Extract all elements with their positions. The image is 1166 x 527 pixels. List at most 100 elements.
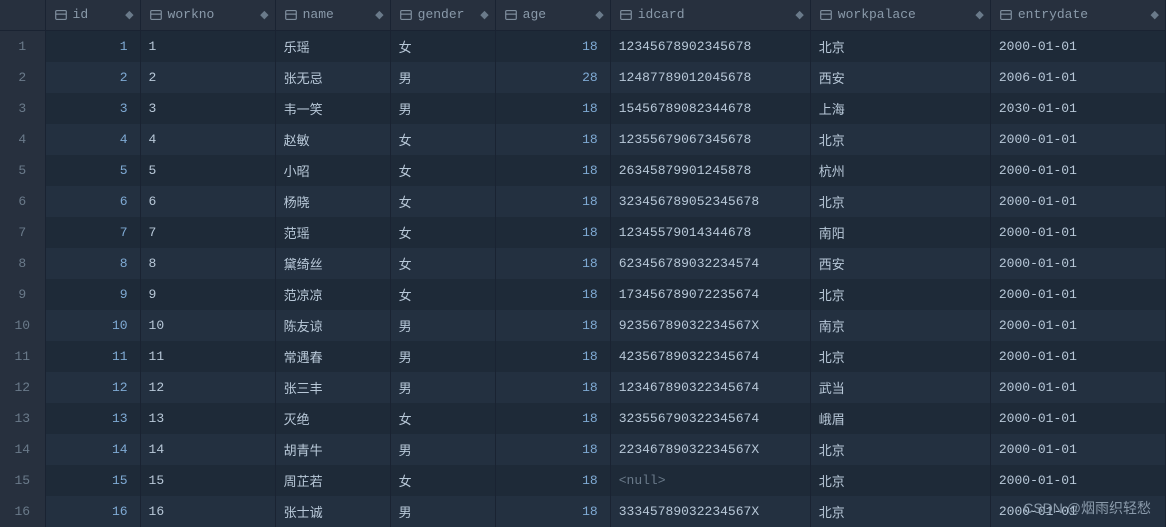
cell-workno[interactable]: 2 bbox=[140, 62, 275, 93]
table-row[interactable]: 131313灭绝女18323556790322345674峨眉2000-01-0… bbox=[0, 403, 1166, 434]
cell-name[interactable]: 张三丰 bbox=[275, 372, 390, 403]
cell-idcard[interactable]: 12345579014344678 bbox=[610, 217, 810, 248]
row-number[interactable]: 10 bbox=[0, 310, 45, 341]
table-row[interactable]: 444赵敏女1812355679067345678北京2000-01-01 bbox=[0, 124, 1166, 155]
cell-idcard[interactable]: 623456789032234574 bbox=[610, 248, 810, 279]
cell-id[interactable]: 16 bbox=[45, 496, 140, 527]
cell-workno[interactable]: 13 bbox=[140, 403, 275, 434]
cell-workno[interactable]: 8 bbox=[140, 248, 275, 279]
sort-icon[interactable]: ◆ bbox=[480, 8, 486, 22]
cell-age[interactable]: 18 bbox=[495, 496, 610, 527]
cell-age[interactable]: 18 bbox=[495, 124, 610, 155]
column-header-id[interactable]: id ◆ bbox=[45, 0, 140, 30]
cell-id[interactable]: 6 bbox=[45, 186, 140, 217]
cell-idcard[interactable]: 12487789012045678 bbox=[610, 62, 810, 93]
cell-gender[interactable]: 男 bbox=[390, 372, 495, 403]
cell-workno[interactable]: 11 bbox=[140, 341, 275, 372]
cell-gender[interactable]: 男 bbox=[390, 310, 495, 341]
cell-entrydate[interactable]: 2000-01-01 bbox=[990, 30, 1165, 62]
cell-workpalace[interactable]: 北京 bbox=[810, 496, 990, 527]
cell-gender[interactable]: 女 bbox=[390, 30, 495, 62]
cell-workno[interactable]: 10 bbox=[140, 310, 275, 341]
cell-age[interactable]: 18 bbox=[495, 434, 610, 465]
cell-gender[interactable]: 女 bbox=[390, 186, 495, 217]
cell-entrydate[interactable]: 2000-01-01 bbox=[990, 186, 1165, 217]
table-row[interactable]: 111111常遇春男18423567890322345674北京2000-01-… bbox=[0, 341, 1166, 372]
cell-gender[interactable]: 男 bbox=[390, 341, 495, 372]
cell-entrydate[interactable]: 2006-01-01 bbox=[990, 62, 1165, 93]
cell-idcard[interactable]: 26345879901245878 bbox=[610, 155, 810, 186]
table-row[interactable]: 151515周芷若女18<null>北京2000-01-01 bbox=[0, 465, 1166, 496]
cell-age[interactable]: 18 bbox=[495, 93, 610, 124]
row-number[interactable]: 6 bbox=[0, 186, 45, 217]
cell-gender[interactable]: 女 bbox=[390, 217, 495, 248]
cell-name[interactable]: 杨晓 bbox=[275, 186, 390, 217]
cell-name[interactable]: 灭绝 bbox=[275, 403, 390, 434]
cell-workno[interactable]: 7 bbox=[140, 217, 275, 248]
cell-age[interactable]: 18 bbox=[495, 186, 610, 217]
row-number[interactable]: 4 bbox=[0, 124, 45, 155]
cell-idcard[interactable]: <null> bbox=[610, 465, 810, 496]
cell-idcard[interactable]: 323456789052345678 bbox=[610, 186, 810, 217]
cell-entrydate[interactable]: 2000-01-01 bbox=[990, 155, 1165, 186]
cell-age[interactable]: 28 bbox=[495, 62, 610, 93]
cell-workpalace[interactable]: 南京 bbox=[810, 310, 990, 341]
cell-idcard[interactable]: 15456789082344678 bbox=[610, 93, 810, 124]
table-row[interactable]: 999范凉凉女18173456789072235674北京2000-01-01 bbox=[0, 279, 1166, 310]
cell-name[interactable]: 范凉凉 bbox=[275, 279, 390, 310]
cell-workpalace[interactable]: 北京 bbox=[810, 341, 990, 372]
row-number[interactable]: 13 bbox=[0, 403, 45, 434]
cell-age[interactable]: 18 bbox=[495, 30, 610, 62]
cell-entrydate[interactable]: 2000-01-01 bbox=[990, 434, 1165, 465]
cell-id[interactable]: 15 bbox=[45, 465, 140, 496]
sort-icon[interactable]: ◆ bbox=[125, 8, 131, 22]
sort-icon[interactable]: ◆ bbox=[595, 8, 601, 22]
row-number[interactable]: 7 bbox=[0, 217, 45, 248]
cell-id[interactable]: 4 bbox=[45, 124, 140, 155]
row-number[interactable]: 9 bbox=[0, 279, 45, 310]
table-row[interactable]: 333韦一笑男1815456789082344678上海2030-01-01 bbox=[0, 93, 1166, 124]
cell-entrydate[interactable]: 2000-01-01 bbox=[990, 403, 1165, 434]
cell-name[interactable]: 小昭 bbox=[275, 155, 390, 186]
cell-idcard[interactable]: 12355679067345678 bbox=[610, 124, 810, 155]
column-header-entrydate[interactable]: entrydate ◆ bbox=[990, 0, 1165, 30]
table-row[interactable]: 777范瑶女1812345579014344678南阳2000-01-01 bbox=[0, 217, 1166, 248]
cell-workno[interactable]: 16 bbox=[140, 496, 275, 527]
cell-id[interactable]: 9 bbox=[45, 279, 140, 310]
column-header-name[interactable]: name ◆ bbox=[275, 0, 390, 30]
row-number-header[interactable] bbox=[0, 0, 45, 30]
cell-workpalace[interactable]: 北京 bbox=[810, 279, 990, 310]
cell-name[interactable]: 陈友谅 bbox=[275, 310, 390, 341]
row-number[interactable]: 1 bbox=[0, 30, 45, 62]
row-number[interactable]: 11 bbox=[0, 341, 45, 372]
cell-workpalace[interactable]: 武当 bbox=[810, 372, 990, 403]
row-number[interactable]: 3 bbox=[0, 93, 45, 124]
cell-gender[interactable]: 女 bbox=[390, 465, 495, 496]
table-row[interactable]: 101010陈友谅男1892356789032234567X南京2000-01-… bbox=[0, 310, 1166, 341]
cell-workno[interactable]: 3 bbox=[140, 93, 275, 124]
row-number[interactable]: 15 bbox=[0, 465, 45, 496]
cell-entrydate[interactable]: 2000-01-01 bbox=[990, 465, 1165, 496]
table-row[interactable]: 222张无忌男2812487789012045678西安2006-01-01 bbox=[0, 62, 1166, 93]
column-header-workpalace[interactable]: workpalace ◆ bbox=[810, 0, 990, 30]
cell-workno[interactable]: 14 bbox=[140, 434, 275, 465]
cell-workpalace[interactable]: 北京 bbox=[810, 434, 990, 465]
cell-name[interactable]: 胡青牛 bbox=[275, 434, 390, 465]
cell-idcard[interactable]: 22346789032234567X bbox=[610, 434, 810, 465]
row-number[interactable]: 14 bbox=[0, 434, 45, 465]
column-header-idcard[interactable]: idcard ◆ bbox=[610, 0, 810, 30]
sort-icon[interactable]: ◆ bbox=[375, 8, 381, 22]
cell-entrydate[interactable]: 2000-01-01 bbox=[990, 248, 1165, 279]
row-number[interactable]: 8 bbox=[0, 248, 45, 279]
column-header-age[interactable]: age ◆ bbox=[495, 0, 610, 30]
sort-icon[interactable]: ◆ bbox=[795, 8, 801, 22]
cell-name[interactable]: 乐瑶 bbox=[275, 30, 390, 62]
cell-age[interactable]: 18 bbox=[495, 279, 610, 310]
cell-workpalace[interactable]: 南阳 bbox=[810, 217, 990, 248]
cell-workno[interactable]: 6 bbox=[140, 186, 275, 217]
cell-idcard[interactable]: 173456789072235674 bbox=[610, 279, 810, 310]
cell-workpalace[interactable]: 北京 bbox=[810, 186, 990, 217]
cell-id[interactable]: 12 bbox=[45, 372, 140, 403]
table-row[interactable]: 141414胡青牛男1822346789032234567X北京2000-01-… bbox=[0, 434, 1166, 465]
cell-id[interactable]: 11 bbox=[45, 341, 140, 372]
